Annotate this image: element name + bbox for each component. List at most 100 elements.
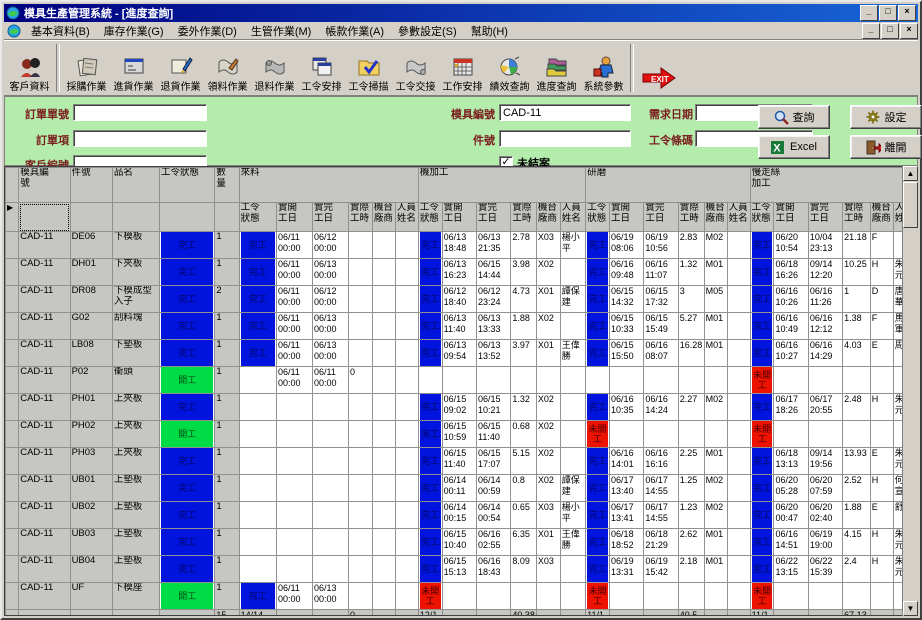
status-cell[interactable]: 完工 — [586, 259, 610, 286]
grid-cell[interactable]: CAD-11 — [19, 313, 70, 340]
status-cell[interactable]: 完工 — [418, 475, 442, 502]
grid-cell[interactable] — [727, 421, 750, 448]
grid-cell[interactable] — [276, 529, 312, 556]
grid-cell[interactable]: 6.35 — [511, 529, 537, 556]
grid-cell[interactable] — [610, 421, 644, 448]
grid-cell[interactable]: 06/1610:35 — [610, 394, 644, 421]
grid-cell[interactable]: 1.32 — [678, 259, 704, 286]
grid-cell[interactable]: CAD-11 — [19, 340, 70, 367]
toolbar-button-2[interactable]: 採購作業 — [63, 42, 110, 94]
grid-cell[interactable] — [442, 583, 476, 610]
grid-cell[interactable]: 06/2002:40 — [808, 502, 842, 529]
grid-cell[interactable]: 上夾板 — [112, 448, 159, 475]
grid-cell[interactable]: 0.68 — [511, 421, 537, 448]
grid-cell[interactable] — [727, 448, 750, 475]
grid-cell[interactable]: 06/1200:00 — [312, 286, 348, 313]
toolbar-button-11[interactable]: 績效查詢 — [486, 42, 533, 94]
grid-cell[interactable]: 06/1714:55 — [644, 502, 678, 529]
close-button[interactable]: × — [898, 5, 916, 21]
grid-cell[interactable]: 1 — [215, 529, 239, 556]
status-cell[interactable] — [239, 367, 276, 394]
grid-cell[interactable]: 0 — [349, 367, 373, 394]
grid-cell[interactable]: 09/1419:56 — [808, 448, 842, 475]
grid-cell[interactable] — [372, 232, 395, 259]
grid-cell[interactable] — [395, 475, 418, 502]
grid-cell[interactable]: 06/1316:23 — [442, 259, 476, 286]
grid-cell[interactable] — [395, 367, 418, 394]
grid-cell[interactable]: 06/1514:44 — [477, 259, 511, 286]
grid-cell[interactable] — [395, 583, 418, 610]
status-cell[interactable]: 完工 — [418, 313, 442, 340]
mdi-close-button[interactable]: × — [900, 23, 918, 39]
row-selector[interactable] — [6, 502, 19, 529]
grid-cell[interactable]: 06/1321:35 — [477, 232, 511, 259]
grid-cell[interactable]: 1 — [843, 286, 871, 313]
grid-cell[interactable] — [372, 502, 395, 529]
grid-cell[interactable] — [349, 286, 373, 313]
status-cell[interactable]: 完工 — [160, 556, 215, 583]
grid-cell[interactable] — [395, 394, 418, 421]
grid-cell[interactable]: 06/1610:27 — [774, 340, 808, 367]
status-cell[interactable]: 完工 — [750, 340, 774, 367]
table-row[interactable]: CAD-11LB08下墊板完工1完工06/1100:0006/1300:00完工… — [6, 340, 917, 367]
grid-cell[interactable]: 2.27 — [678, 394, 704, 421]
grid-cell[interactable]: X02 — [536, 394, 560, 421]
grid-cell[interactable] — [276, 448, 312, 475]
toolbar-button-10[interactable]: 工作安排 — [439, 42, 486, 94]
grid-cell[interactable] — [870, 367, 893, 394]
grid-cell[interactable] — [511, 583, 537, 610]
grid-cell[interactable]: 06/2010:54 — [774, 232, 808, 259]
grid-cell[interactable]: 06/1517:32 — [644, 286, 678, 313]
grid-cell[interactable]: M01 — [704, 259, 727, 286]
grid-cell[interactable]: 06/1515:49 — [644, 313, 678, 340]
grid-cell[interactable]: 06/1300:00 — [312, 313, 348, 340]
grid-cell[interactable] — [276, 421, 312, 448]
grid-cell[interactable]: H — [870, 556, 893, 583]
grid-cell[interactable] — [727, 583, 750, 610]
toolbar-button-7[interactable]: 工令安排 — [298, 42, 345, 94]
grid-cell[interactable] — [727, 529, 750, 556]
grid-cell[interactable]: 2.62 — [678, 529, 704, 556]
grid-cell[interactable]: 16.28 — [678, 340, 704, 367]
grid-cell[interactable]: 1 — [215, 394, 239, 421]
status-cell[interactable]: 完工 — [750, 286, 774, 313]
grid-cell[interactable] — [727, 394, 750, 421]
grid-cell[interactable]: M01 — [704, 313, 727, 340]
status-cell[interactable]: 完工 — [750, 232, 774, 259]
status-cell[interactable]: 完工 — [750, 475, 774, 502]
grid-cell[interactable]: 1.88 — [843, 502, 871, 529]
grid-cell[interactable] — [704, 583, 727, 610]
grid-cell[interactable]: 06/1511:40 — [442, 448, 476, 475]
grid-cell[interactable]: D — [870, 286, 893, 313]
grid-cell[interactable]: 1 — [215, 259, 239, 286]
grid-cell[interactable] — [704, 421, 727, 448]
grid-cell[interactable]: G02 — [70, 313, 112, 340]
grid-cell[interactable]: 06/1609:48 — [610, 259, 644, 286]
grid-cell[interactable]: 上墊板 — [112, 529, 159, 556]
grid-cell[interactable]: 06/1517:07 — [477, 448, 511, 475]
grid-cell[interactable]: X02 — [536, 421, 560, 448]
grid-cell[interactable] — [372, 583, 395, 610]
grid-cell[interactable] — [727, 475, 750, 502]
grid-cell[interactable]: 06/1313:52 — [477, 340, 511, 367]
status-cell[interactable]: 完工 — [586, 448, 610, 475]
menu-item-4[interactable]: 生管作業(M) — [244, 25, 319, 39]
status-cell[interactable] — [239, 448, 276, 475]
grid-cell[interactable]: 王偉勝 — [560, 340, 586, 367]
grid-cell[interactable] — [276, 556, 312, 583]
grid-cell[interactable]: 下墊板 — [112, 340, 159, 367]
grid-cell[interactable]: 06/1713:40 — [610, 475, 644, 502]
grid-cell[interactable]: 06/1300:00 — [312, 259, 348, 286]
table-row[interactable]: CAD-11DH01下夾板完工1完工06/1100:0006/1300:00完工… — [6, 259, 917, 286]
grid-cell[interactable] — [372, 394, 395, 421]
grid-cell[interactable]: DH01 — [70, 259, 112, 286]
grid-cell[interactable]: 3.98 — [511, 259, 537, 286]
grid-cell[interactable]: 刮料塊 — [112, 313, 159, 340]
toolbar-button-8[interactable]: 工令掃描 — [345, 42, 392, 94]
grid-cell[interactable]: 06/1612:12 — [808, 313, 842, 340]
grid-cell[interactable]: 06/1510:21 — [477, 394, 511, 421]
grid-cell[interactable] — [704, 367, 727, 394]
scroll-up-button[interactable]: ▲ — [903, 166, 918, 181]
grid-cell[interactable] — [678, 421, 704, 448]
mdi-restore-button[interactable]: □ — [881, 23, 899, 39]
